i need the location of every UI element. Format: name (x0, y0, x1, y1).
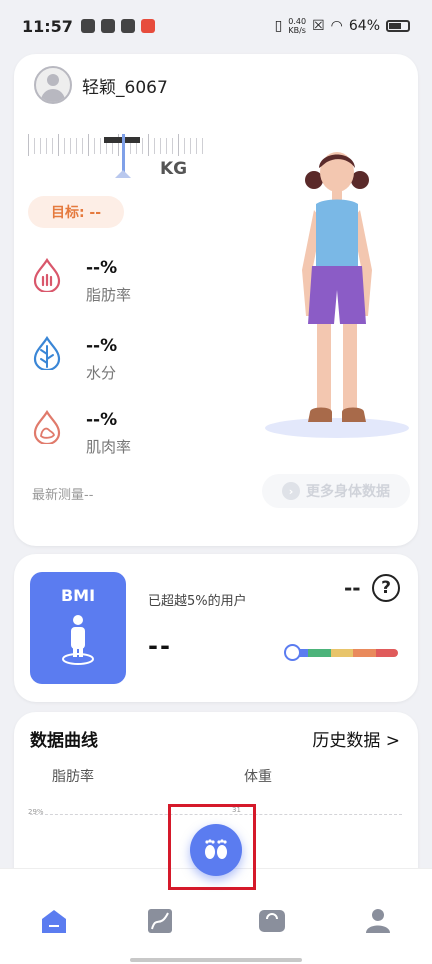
ruler-tick (190, 138, 191, 154)
fat-drop-icon (33, 258, 61, 292)
calendar-notification-icon (80, 19, 95, 33)
ruler-tick (148, 134, 149, 156)
bmi-title: BMI (60, 586, 96, 605)
ruler-tick (178, 134, 179, 156)
fat-rate-label: 脂肪率 (86, 286, 132, 304)
ruler-tick (196, 138, 197, 154)
ruler-tick (154, 138, 155, 154)
muscle-rate-label: 肌肉率 (86, 438, 132, 456)
metric-fat-rate[interactable]: --% 脂肪率 (32, 258, 131, 305)
status-bar: 11:57 ▯ 0.40 KB/s ☒ ◠ 64% (0, 0, 432, 52)
bmi-scale-segment (330, 649, 354, 657)
body-figure-illustration (265, 152, 409, 438)
ruler-arrow-icon (115, 170, 131, 178)
tab-fat-rate[interactable]: 脂肪率 (52, 766, 94, 786)
trend-chart-icon[interactable] (146, 907, 174, 935)
ruler-tick (34, 138, 35, 154)
home-indicator (130, 958, 302, 962)
measure-button[interactable] (190, 824, 242, 876)
more-body-data-label: 更多身体数据 (306, 484, 390, 500)
sim-icon: ☒ (312, 18, 325, 34)
bmi-tile[interactable]: BMI (30, 572, 126, 684)
vibrate-icon: ▯ (274, 18, 283, 34)
avatar[interactable] (34, 66, 72, 104)
bmi-scale-segment (353, 649, 376, 657)
water-label: 水分 (86, 364, 117, 382)
profile-icon[interactable] (364, 907, 392, 935)
ruler-tick (88, 134, 89, 156)
avatar-head (47, 74, 59, 86)
notification-icons (80, 19, 155, 33)
bmi-scale-bar (286, 649, 398, 657)
target-weight-badge[interactable]: 目标: -- (28, 196, 124, 228)
bmi-value: -- (148, 632, 172, 660)
ruler-tick (28, 134, 29, 156)
bmi-scale-segment (375, 649, 398, 657)
ruler-tick (142, 138, 143, 154)
fat-rate-value: --% (86, 258, 118, 278)
ruler-tick (160, 138, 161, 154)
body-summary-card: 轻颖_6067 KG 目标: -- --% 脂肪率 --% 水分 --% 肌肉率… (14, 54, 418, 546)
ruler-tick (94, 138, 95, 154)
ruler-tick (58, 134, 59, 156)
ruler-tick (184, 138, 185, 154)
battery-icon (386, 20, 410, 32)
status-time: 11:57 (22, 16, 73, 36)
tiktok-notification-icon (120, 19, 135, 33)
ruler-tick (46, 138, 47, 154)
net-speed: 0.40 KB/s (288, 17, 306, 35)
net-speed-value: 0.40 (288, 17, 307, 26)
water-leaf-icon (33, 336, 61, 370)
muscle-drop-icon (33, 410, 61, 444)
ruler-tick (202, 138, 203, 154)
water-value: --% (86, 336, 118, 356)
app-notification-icon (100, 19, 115, 33)
metric-muscle-rate[interactable]: --% 肌肉率 (32, 410, 131, 457)
tab-weight[interactable]: 体重 (244, 766, 272, 786)
red-app-notification-icon (140, 19, 155, 33)
home-icon[interactable] (40, 907, 68, 935)
history-data-link[interactable]: 历史数据 > (312, 726, 400, 751)
bmi-scale-segment (308, 649, 331, 657)
ruler-tick (64, 138, 65, 154)
more-body-data-button[interactable]: › 更多身体数据 (262, 474, 410, 508)
weight-unit: KG (160, 159, 188, 179)
wifi-icon: ◠ (330, 18, 343, 34)
ruler-tick (82, 138, 83, 154)
chevron-right-circle-icon: › (282, 482, 300, 500)
data-curve-title: 数据曲线 (30, 731, 98, 751)
ruler-tick (70, 138, 71, 154)
avatar-body (41, 89, 65, 102)
muscle-rate-value: --% (86, 410, 118, 430)
bmi-status: -- (344, 576, 361, 600)
metric-water[interactable]: --% 水分 (32, 336, 117, 383)
bmi-card[interactable]: BMI 已超越5%的用户 -- -- ? (14, 554, 418, 702)
latest-measure: 最新测量-- (32, 488, 94, 503)
user-row[interactable]: 轻颖_6067 (34, 66, 168, 104)
battery-percent: 64% (348, 18, 380, 34)
net-speed-unit: KB/s (288, 26, 306, 35)
ruler-indicator (122, 134, 125, 174)
username: 轻颖_6067 (82, 77, 168, 98)
ruler-tick (100, 138, 101, 154)
ruler-tick (172, 138, 173, 154)
footprints-icon (205, 839, 227, 859)
scale-icon[interactable] (258, 907, 286, 935)
help-icon[interactable]: ? (372, 574, 400, 602)
bmi-scale-knob (284, 644, 301, 661)
ruler-tick (76, 138, 77, 154)
bmi-exceeded-text: 已超越5%的用户 (148, 594, 247, 609)
status-right: ▯ 0.40 KB/s ☒ ◠ 64% (275, 17, 410, 35)
ruler-tick (40, 138, 41, 154)
ruler-tick (52, 138, 53, 154)
ruler-tick (166, 138, 167, 154)
person-standing-icon (62, 615, 94, 665)
